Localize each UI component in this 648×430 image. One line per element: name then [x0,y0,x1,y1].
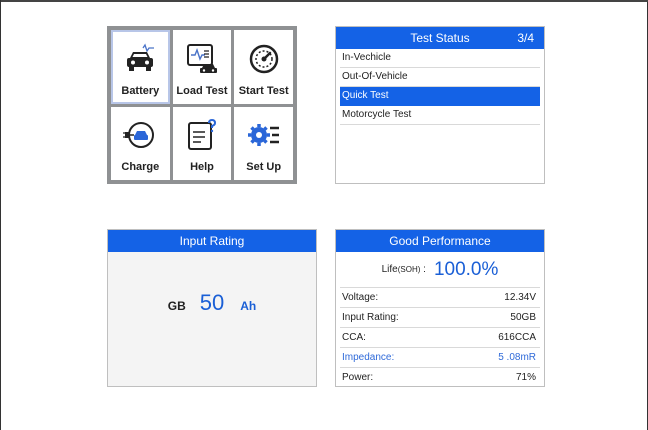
set-up-label: Set Up [246,161,282,173]
set-up-tile[interactable]: Set Up [234,106,293,180]
rating-line: GB 50 Ah [108,290,316,316]
help-icon [187,118,216,150]
performance-header: Good Performance [336,230,544,252]
performance-panel: Good Performance Life(SOH) : 100.0% Volt… [335,229,545,387]
status-item-motorcycle-test[interactable]: Motorcycle Test [340,106,540,125]
battery-tile[interactable]: Battery [111,30,170,104]
load-test-icon [186,43,217,73]
result-value: 5 .08mR [498,352,536,363]
load-test-label: Load Test [176,84,228,97]
help-tile[interactable]: Help [172,106,232,180]
battery-label: Battery [121,84,160,97]
status-item-out-of-vehicle[interactable]: Out-Of-Vehicle [340,68,540,87]
soh-suffix: (SOH) [397,265,421,274]
result-label: Power: [342,372,374,383]
input-rating-body: GB 50 Ah [108,252,316,386]
car-battery-icon [127,43,155,71]
input-rating-title: Input Rating [179,234,245,248]
help-label: Help [190,161,214,173]
result-row-power: Power: 71% [340,367,540,387]
charge-icon [123,122,155,148]
result-label: Impedance: [342,352,395,363]
result-label: Input Rating: [342,312,399,323]
charge-label: Charge [121,161,160,173]
charge-tile[interactable]: Charge [111,106,170,180]
gauge-icon [249,44,278,73]
test-status-title: Test Status [410,31,470,45]
result-label: Voltage: [342,292,379,303]
result-value: 12.34V [504,292,536,303]
main-menu-grid: Battery Load Test Start Test Charge Help… [107,26,297,184]
result-value: 71% [515,372,536,383]
settings-icon [247,124,279,146]
start-test-label: Start Test [238,84,289,97]
soh-label: Life(SOH) : [381,264,426,275]
page-indicator: 3/4 [517,31,534,45]
input-rating-panel: Input Rating GB 50 Ah [107,229,317,387]
result-label: CCA: [342,332,366,343]
rating-standard: GB [167,299,186,313]
start-test-tile[interactable]: Start Test [234,30,293,104]
rating-value[interactable]: 50 [200,290,224,316]
test-status-header: Test Status 3/4 [336,27,544,49]
status-item-in-vehicle[interactable]: In-Vechicle [340,49,540,68]
result-value: 616CCA [498,332,536,343]
test-status-panel: Test Status 3/4 In-Vechicle Out-Of-Vehic… [335,26,545,184]
performance-title: Good Performance [389,234,491,248]
test-status-list: In-Vechicle Out-Of-Vehicle Quick Test Mo… [336,49,544,125]
result-row-input-rating: Input Rating: 50GB [340,307,540,327]
result-row-impedance: Impedance: 5 .08mR [340,347,540,367]
soh-value: 100.0% [433,258,499,280]
result-row-cca: CCA: 616CCA [340,327,540,347]
result-value: 50GB [510,312,536,323]
input-rating-header: Input Rating [108,230,316,252]
rating-unit: Ah [240,299,257,313]
result-row-voltage: Voltage: 12.34V [340,287,540,307]
top-border [1,0,648,2]
status-item-quick-test[interactable]: Quick Test [340,87,540,106]
load-test-tile[interactable]: Load Test [172,30,232,104]
soh-row: Life(SOH) : 100.0% [336,252,544,287]
